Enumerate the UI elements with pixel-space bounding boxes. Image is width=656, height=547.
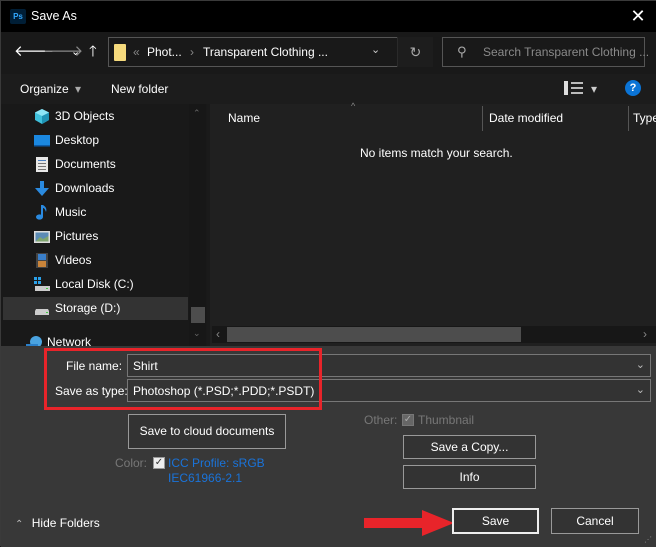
- local-disk-icon: [34, 277, 50, 291]
- window-title: Save As: [31, 9, 77, 23]
- sidebar-item-desktop[interactable]: Desktop: [3, 129, 188, 152]
- videos-icon: [36, 253, 48, 268]
- breadcrumb-segment[interactable]: Phot...: [147, 45, 182, 59]
- sort-ascending-icon: ^: [351, 101, 356, 111]
- sidebar-item-label: Videos: [55, 253, 92, 267]
- icc-profile-checkbox[interactable]: ✓: [153, 457, 165, 469]
- info-button[interactable]: Info: [403, 465, 536, 489]
- file-list: ^ Name Date modified Type No items match…: [207, 101, 656, 346]
- scroll-down-icon[interactable]: ⌄: [193, 328, 201, 339]
- photoshop-app-icon: Ps: [10, 9, 26, 24]
- search-input[interactable]: ⚲ Search Transparent Clothing ...: [442, 37, 649, 67]
- sidebar-item-label: 3D Objects: [55, 109, 115, 123]
- checkmark-icon: ✓: [403, 414, 413, 425]
- sidebar-item-storage-d[interactable]: Storage (D:): [3, 297, 188, 320]
- chevron-up-icon: ⌃: [15, 519, 24, 530]
- resize-grip-icon[interactable]: ⋰: [644, 535, 654, 545]
- sidebar-vertical-scrollbar[interactable]: ⌃ ⌄: [189, 104, 206, 346]
- 3d-objects-icon: [35, 109, 49, 124]
- organize-label: Organize: [20, 82, 69, 96]
- thumbnail-label: Thumbnail: [418, 413, 475, 427]
- column-header-type[interactable]: Type: [633, 111, 656, 125]
- save-to-cloud-button[interactable]: Save to cloud documents: [128, 414, 286, 449]
- save-a-copy-button[interactable]: Save a Copy...: [403, 435, 536, 459]
- desktop-icon: [34, 135, 50, 147]
- up-button[interactable]: 🡑: [89, 44, 97, 60]
- recent-locations-button[interactable]: ⌄: [71, 44, 80, 60]
- toolbar: Organize ▾ New folder ▾ ?: [1, 74, 656, 104]
- empty-list-message: No items match your search.: [360, 146, 513, 160]
- sidebar-item-label: Music: [55, 205, 87, 219]
- color-label: Color:: [115, 456, 148, 470]
- scroll-left-icon[interactable]: ‹: [216, 327, 220, 341]
- file-list-horizontal-scrollbar[interactable]: ‹ ›: [212, 326, 656, 343]
- breadcrumb-segment[interactable]: Transparent Clothing ...: [203, 45, 328, 59]
- title-bar: Ps Save As ✕: [1, 1, 656, 32]
- column-header-date-modified[interactable]: Date modified: [489, 111, 563, 125]
- storage-drive-icon: [35, 309, 49, 315]
- up-arrow-icon: 🡑: [89, 43, 97, 60]
- navigation-pane: 3D Objects Desktop Documents Downloads M…: [1, 104, 207, 346]
- sidebar-item-label: Storage (D:): [55, 301, 121, 315]
- scrollbar-thumb[interactable]: [227, 327, 521, 342]
- sidebar-item-videos[interactable]: Videos: [3, 249, 188, 272]
- other-label: Other:: [364, 413, 398, 427]
- view-details-icon[interactable]: [564, 80, 586, 96]
- chevron-down-icon: ⌄: [71, 46, 81, 58]
- sidebar-item-local-disk-c[interactable]: Local Disk (C:): [3, 273, 188, 296]
- sidebar-item-3d-objects[interactable]: 3D Objects: [3, 105, 188, 128]
- save-button[interactable]: Save: [452, 508, 539, 534]
- sidebar-item-pictures[interactable]: Pictures: [3, 225, 188, 248]
- hide-folders-label: Hide Folders: [31, 516, 100, 530]
- address-dropdown-chevron-icon[interactable]: ⌄: [371, 43, 380, 56]
- scroll-right-icon[interactable]: ›: [643, 327, 647, 341]
- refresh-icon: ↻: [409, 44, 422, 60]
- address-overflow-icon[interactable]: «: [133, 45, 140, 59]
- cancel-button[interactable]: Cancel: [551, 508, 639, 534]
- hide-folders-button[interactable]: ⌃ Hide Folders: [15, 516, 100, 530]
- sidebar-item-label: Network: [47, 335, 92, 346]
- network-icon: [26, 336, 42, 346]
- sidebar-item-label: Documents: [55, 157, 116, 171]
- chevron-down-icon[interactable]: ⌄: [636, 358, 645, 371]
- scroll-up-icon[interactable]: ⌃: [193, 108, 201, 119]
- annotation-arrow-icon: [364, 510, 454, 536]
- pictures-icon: [34, 231, 50, 243]
- search-icon: ⚲: [457, 44, 467, 59]
- breadcrumb-separator-icon: ›: [190, 45, 194, 59]
- sidebar-item-label: Desktop: [55, 133, 100, 147]
- folder-icon: [114, 44, 126, 61]
- sidebar-item-label: Local Disk (C:): [55, 277, 134, 291]
- sidebar-item-label: Downloads: [55, 181, 115, 195]
- help-button[interactable]: ?: [625, 80, 641, 96]
- sidebar-item-documents[interactable]: Documents: [3, 153, 188, 176]
- column-divider[interactable]: [482, 106, 483, 131]
- search-placeholder: Search Transparent Clothing ...: [483, 45, 650, 59]
- icc-profile-text-line2: IEC61966-2.1: [168, 471, 243, 485]
- documents-icon: [36, 157, 48, 172]
- thumbnail-checkbox: ✓: [402, 414, 414, 426]
- column-header-name[interactable]: Name: [228, 111, 260, 125]
- column-divider[interactable]: [628, 106, 629, 131]
- sidebar-item-label: Pictures: [55, 229, 99, 243]
- chevron-down-icon: ⌄: [635, 384, 645, 396]
- music-icon: [36, 205, 47, 220]
- address-bar[interactable]: « Phot... › Transparent Clothing ...: [108, 37, 433, 67]
- icc-profile-text: ICC Profile: sRGB: [168, 456, 265, 470]
- sidebar-item-network[interactable]: Network: [3, 331, 188, 346]
- sidebar-item-downloads[interactable]: Downloads: [3, 177, 188, 200]
- save-as-dialog: Ps Save As ✕ 🡐 🡒 ⌄ 🡑 « Phot... › Transpa…: [0, 0, 656, 547]
- close-button[interactable]: ✕: [629, 7, 647, 25]
- annotation-highlight-box: [44, 348, 322, 410]
- checkmark-icon: ✓: [154, 457, 164, 468]
- organize-menu-button[interactable]: Organize ▾: [20, 82, 81, 96]
- caret-down-icon: ▾: [75, 82, 82, 96]
- new-folder-button[interactable]: New folder: [111, 82, 168, 96]
- scrollbar-thumb[interactable]: [191, 307, 205, 323]
- sidebar-item-music[interactable]: Music: [3, 201, 188, 224]
- view-options-caret-icon[interactable]: ▾: [591, 82, 597, 96]
- downloads-icon: [35, 181, 49, 196]
- refresh-button[interactable]: ↻: [397, 37, 433, 67]
